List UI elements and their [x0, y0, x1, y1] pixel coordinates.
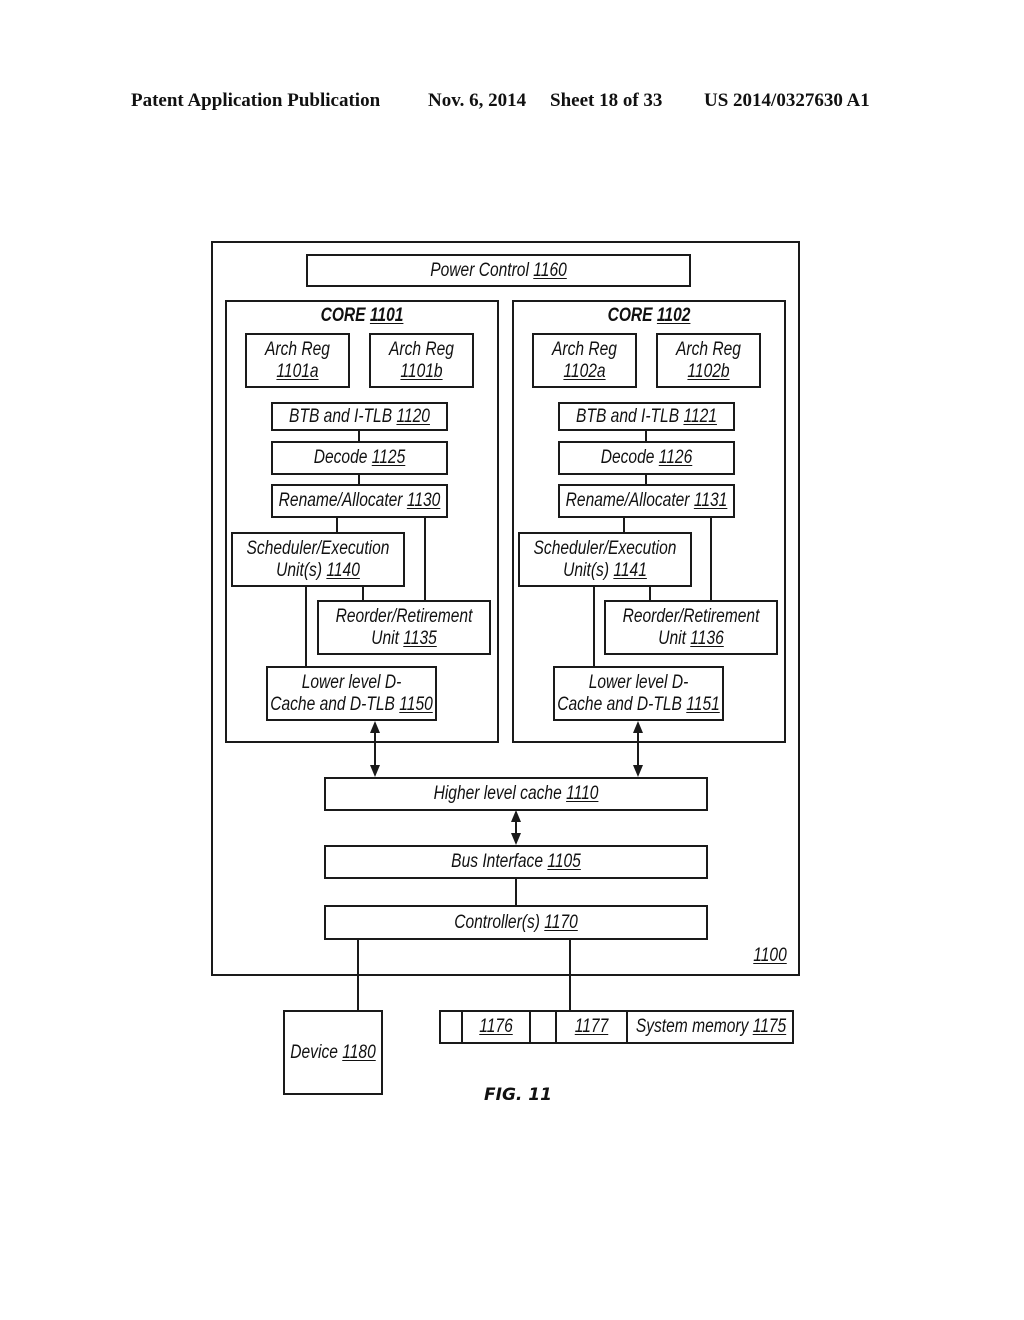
system-memory-label: System memory 1175: [636, 1010, 786, 1044]
scheduler-ref: 1141: [613, 559, 647, 581]
system-memory-text: System memory: [635, 1016, 749, 1037]
bus-interface-ref: 1105: [547, 851, 581, 872]
rename-1130-label: Rename/Allocater 1130: [279, 484, 441, 518]
dcache-line2: Cache and D-TLB: [270, 693, 395, 715]
device-text: Device: [290, 1041, 338, 1063]
dcache-line1: Lower level D-: [301, 671, 402, 693]
controllers-label: Controller(s) 1170: [359, 905, 674, 940]
core-1102-title: CORE 1102: [537, 304, 762, 328]
rename-ref: 1131: [693, 490, 728, 511]
arch-reg-ref: 1101b: [400, 360, 443, 382]
btb-1121-label: BTB and I-TLB 1121: [574, 402, 719, 431]
bus-interface-label: Bus Interface 1105: [359, 845, 674, 879]
memory-segment-1176-label: 1176: [467, 1010, 524, 1044]
reorder-line1: Reorder/Retirement: [622, 605, 760, 627]
core-title-text: CORE: [607, 305, 653, 326]
core-ref: 1102: [656, 305, 691, 326]
figure-caption: FIG. 11: [484, 1085, 552, 1105]
power-control-label: Power Control 1160: [341, 254, 657, 287]
btb-text: BTB and I-TLB: [576, 405, 680, 427]
core-ref: 1101: [369, 305, 404, 326]
dcache-1151-label: Lower level D- Cache and D-TLB 1151: [557, 666, 720, 721]
arch-reg-text: Arch Reg: [552, 338, 617, 360]
reorder-line2: Unit: [658, 627, 686, 649]
controllers-ref: 1170: [544, 911, 578, 933]
reorder-1136-label: Reorder/Retirement Unit 1136: [620, 600, 763, 655]
arch-reg-text: Arch Reg: [389, 338, 454, 360]
reorder-line1: Reorder/Retirement: [335, 605, 473, 627]
decode-text: Decode: [600, 447, 655, 468]
bus-interface-text: Bus Interface: [451, 851, 543, 872]
system-memory-ref: 1175: [752, 1016, 787, 1037]
higher-level-cache-label: Higher level cache 1110: [359, 777, 674, 811]
btb-ref: 1120: [396, 405, 430, 427]
arch-reg-1102a-label: Arch Reg 1102a: [541, 333, 627, 388]
decode-ref: 1126: [658, 447, 693, 468]
dcache-ref: 1151: [686, 693, 720, 715]
sheet-number: Sheet 18 of 33: [550, 90, 663, 111]
arch-reg-1102b-label: Arch Reg 1102b: [665, 333, 751, 388]
decode-text: Decode: [313, 447, 368, 468]
system-ref-label: 1100: [745, 944, 794, 968]
publication-date: Nov. 6, 2014: [428, 90, 527, 111]
arch-reg-text: Arch Reg: [676, 338, 741, 360]
reorder-ref: 1136: [690, 627, 724, 649]
scheduler-1141-label: Scheduler/Execution Unit(s) 1141: [534, 532, 677, 587]
btb-1120-label: BTB and I-TLB 1120: [287, 402, 432, 431]
dcache-1150-label: Lower level D- Cache and D-TLB 1150: [270, 666, 433, 721]
controllers-text: Controller(s): [454, 911, 540, 933]
system-ref: 1100: [753, 945, 787, 966]
arch-reg-1101a-label: Arch Reg 1101a: [254, 333, 340, 388]
core-title-text: CORE: [320, 305, 366, 326]
decode-1126-label: Decode 1126: [574, 441, 719, 475]
scheduler-line1: Scheduler/Execution: [246, 537, 390, 559]
arch-reg-ref: 1102a: [563, 360, 606, 382]
decode-1125-label: Decode 1125: [287, 441, 432, 475]
scheduler-1140-label: Scheduler/Execution Unit(s) 1140: [247, 532, 390, 587]
reorder-1135-label: Reorder/Retirement Unit 1135: [333, 600, 476, 655]
segment-ref: 1176: [479, 1016, 513, 1037]
arch-reg-ref: 1102b: [687, 360, 730, 382]
scheduler-line2: Unit(s): [563, 559, 610, 581]
reorder-ref: 1135: [403, 627, 437, 649]
core-1101-title: CORE 1101: [250, 304, 475, 328]
device-label: Device 1180: [290, 1010, 376, 1095]
higher-cache-text: Higher level cache: [433, 783, 562, 804]
patent-number: US 2014/0327630 A1: [704, 90, 870, 111]
btb-text: BTB and I-TLB: [289, 405, 393, 427]
scheduler-line1: Scheduler/Execution: [533, 537, 677, 559]
arch-reg-1101b-label: Arch Reg 1101b: [378, 333, 464, 388]
rename-1131-label: Rename/Allocater 1131: [566, 484, 728, 518]
dcache-line2: Cache and D-TLB: [557, 693, 682, 715]
power-control-text: Power Control: [430, 259, 529, 281]
rename-text: Rename/Allocater: [278, 490, 403, 511]
dcache-line1: Lower level D-: [588, 671, 689, 693]
segment-ref: 1177: [574, 1016, 609, 1037]
arch-reg-text: Arch Reg: [265, 338, 330, 360]
power-control-ref: 1160: [533, 259, 567, 281]
dcache-ref: 1150: [399, 693, 433, 715]
rename-ref: 1130: [406, 490, 441, 511]
device-ref: 1180: [342, 1041, 376, 1063]
rename-text: Rename/Allocater: [565, 490, 690, 511]
scheduler-line2: Unit(s): [276, 559, 323, 581]
scheduler-ref: 1140: [326, 559, 360, 581]
decode-ref: 1125: [371, 447, 406, 468]
higher-cache-ref: 1110: [566, 783, 599, 804]
reorder-line2: Unit: [371, 627, 399, 649]
memory-segment-1177-label: 1177: [562, 1010, 622, 1044]
btb-ref: 1121: [683, 405, 717, 427]
arch-reg-ref: 1101a: [276, 360, 319, 382]
publication-label: Patent Application Publication: [131, 90, 381, 111]
